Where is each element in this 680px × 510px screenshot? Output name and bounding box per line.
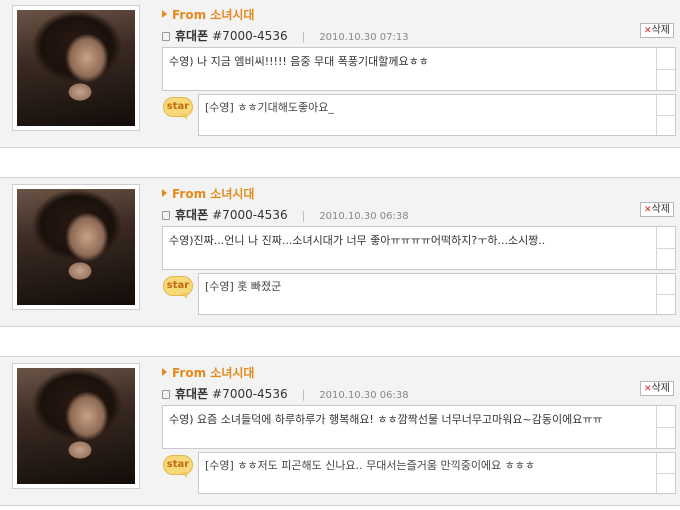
profile-image [17,368,135,484]
guestbook-post: From 소녀시대 휴대폰 #7000-4536 | 2010.10.30 06:38… [0,356,680,506]
delete-label: 삭제 [651,204,670,215]
meta-separator: | [301,30,306,43]
phone-number: #7000-4536 [212,387,288,401]
reply-box: [수영] 홋 빠졌군 [198,273,676,315]
lock-icon [162,32,170,41]
from-label: From 소녀시대 [172,187,255,201]
scroll-down-button[interactable] [657,248,675,269]
reply-box: [수영] ㅎㅎ저도 피곤해도 신나요.. 무대서는즐거움 만끽중이에요 ㅎㅎㅎ [198,452,676,494]
delete-button[interactable]: ✕삭제 [640,23,674,38]
reply-text: [수영] ㅎㅎ저도 피곤해도 신나요.. 무대서는즐거움 만끽중이에요 ㅎㅎㅎ [205,459,536,472]
post-date: 2010.10.30 07:13 [319,32,409,43]
lock-icon [162,390,170,399]
arrow-right-icon [162,10,167,18]
message-box: 수영) 요즘 소녀들덕에 하루하루가 행복해요! ㅎㅎ깜짝선물 너무너무고마워요… [162,405,676,449]
delete-button[interactable]: ✕삭제 [640,202,674,217]
message-box: 수영) 나 지금 엠비씨!!!!! 음중 무대 폭풍기대할께요ㅎㅎ [162,47,676,91]
post-meta: 휴대폰 #7000-4536 | 2010.10.30 06:38 [162,206,409,223]
delete-button[interactable]: ✕삭제 [640,381,674,396]
post-date: 2010.10.30 06:38 [319,390,409,401]
scroll-down-button[interactable] [657,427,675,448]
profile-image [17,189,135,305]
meta-separator: | [301,388,306,401]
scroll-up-button[interactable] [657,227,675,249]
post-date: 2010.10.30 06:38 [319,211,409,222]
message-text: 수영) 나 지금 엠비씨!!!!! 음중 무대 폭풍기대할께요ㅎㅎ [169,55,429,68]
from-label: From 소녀시대 [172,8,255,22]
close-icon: ✕ [644,205,652,215]
star-badge-icon: star [163,276,193,299]
post-from: From 소녀시대 [162,364,254,381]
post-from: From 소녀시대 [162,185,254,202]
profile-photo[interactable] [12,184,140,310]
scroll-up-button[interactable] [657,95,675,116]
message-text: 수영)진짜...언니 나 진짜...소녀시대가 너무 좋아ㅠㅠㅠㅠ어떡하지?ㅜ하… [169,234,546,247]
arrow-right-icon [162,368,167,376]
message-scrollbar[interactable] [656,406,675,448]
message-scrollbar[interactable] [656,227,675,269]
scroll-down-button[interactable] [657,69,675,90]
delete-label: 삭제 [651,383,670,394]
reply-scrollbar[interactable] [656,453,675,493]
scroll-down-button[interactable] [657,294,675,314]
lock-icon [162,211,170,220]
scroll-up-button[interactable] [657,48,675,70]
from-label: From 소녀시대 [172,366,255,380]
profile-photo[interactable] [12,363,140,489]
guestbook-post: From 소녀시대 휴대폰 #7000-4536 | 2010.10.30 07:13… [0,0,680,148]
post-from: From 소녀시대 [162,6,254,23]
scroll-down-button[interactable] [657,115,675,135]
post-source: 휴대폰 [175,208,209,222]
phone-number: #7000-4536 [212,29,288,43]
reply-text: [수영] 홋 빠졌군 [205,280,282,293]
star-badge-icon: star [163,97,193,120]
delete-label: 삭제 [651,25,670,36]
scroll-up-button[interactable] [657,453,675,474]
message-box: 수영)진짜...언니 나 진짜...소녀시대가 너무 좋아ㅠㅠㅠㅠ어떡하지?ㅜ하… [162,226,676,270]
meta-separator: | [301,209,306,222]
post-source: 휴대폰 [175,387,209,401]
close-icon: ✕ [644,384,652,394]
message-scrollbar[interactable] [656,48,675,90]
reply-text: [수영] ㅎㅎ기대해도좋아요_ [205,101,334,114]
post-meta: 휴대폰 #7000-4536 | 2010.10.30 06:38 [162,385,409,402]
profile-photo[interactable] [12,5,140,131]
scroll-up-button[interactable] [657,406,675,428]
reply-box: [수영] ㅎㅎ기대해도좋아요_ [198,94,676,136]
scroll-up-button[interactable] [657,274,675,295]
post-meta: 휴대폰 #7000-4536 | 2010.10.30 07:13 [162,27,409,44]
post-source: 휴대폰 [175,29,209,43]
profile-image [17,10,135,126]
guestbook-post: From 소녀시대 휴대폰 #7000-4536 | 2010.10.30 06:38… [0,177,680,327]
star-badge-icon: star [163,455,193,478]
close-icon: ✕ [644,26,652,36]
message-text: 수영) 요즘 소녀들덕에 하루하루가 행복해요! ㅎㅎ깜짝선물 너무너무고마워요… [169,413,603,426]
reply-scrollbar[interactable] [656,95,675,135]
scroll-down-button[interactable] [657,473,675,493]
arrow-right-icon [162,189,167,197]
phone-number: #7000-4536 [212,208,288,222]
reply-scrollbar[interactable] [656,274,675,314]
